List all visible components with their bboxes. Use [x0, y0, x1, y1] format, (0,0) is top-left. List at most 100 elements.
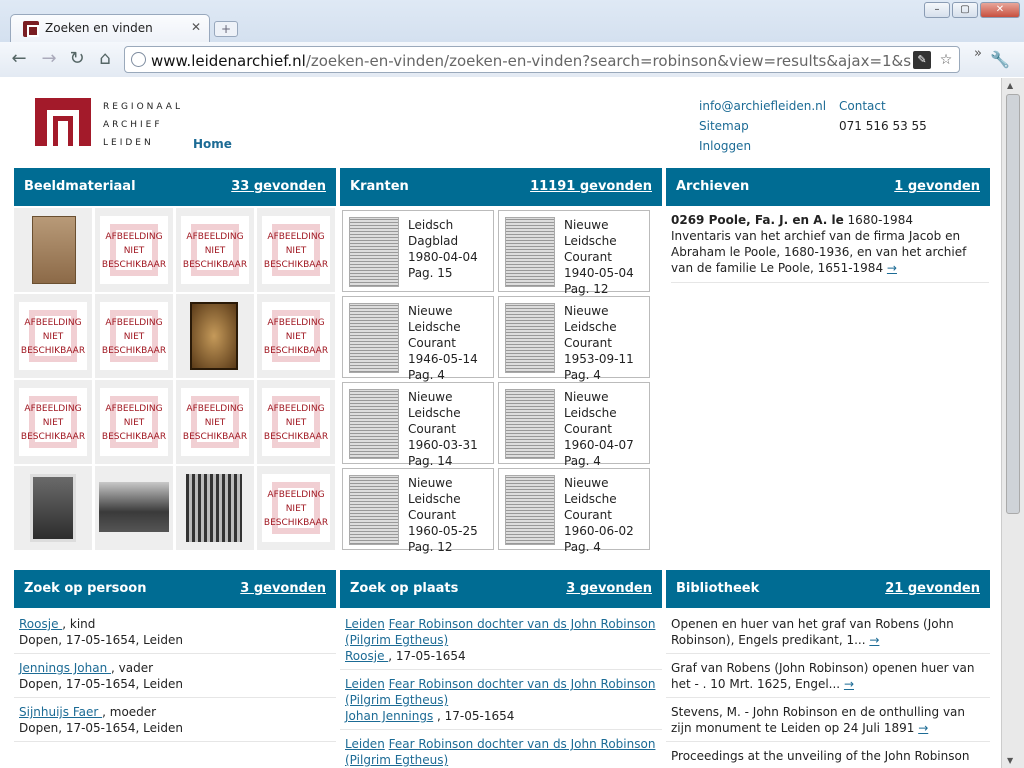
archive-title[interactable]: 0269 Poole, Fa. J. en A. le: [671, 213, 844, 227]
vertical-scrollbar[interactable]: ▲ ▼: [1001, 78, 1024, 768]
results-count-link[interactable]: 3 gevonden: [240, 581, 326, 596]
image-thumb[interactable]: AFBEELDING NIET BESCHIKBAAR: [95, 380, 173, 464]
url-domain: www.leidenarchief.nl: [151, 52, 306, 70]
email-link[interactable]: info@archiefleiden.nl: [699, 96, 826, 116]
address-bar[interactable]: www.leidenarchief.nl/zoeken-en-vinden/zo…: [124, 46, 960, 73]
results-count-link[interactable]: 11191 gevonden: [530, 179, 652, 194]
results-count-link[interactable]: 3 gevonden: [566, 581, 652, 596]
toolbar: ← → ↻ ⌂ www.leidenarchief.nl/zoeken-en-v…: [0, 42, 1024, 77]
archive-arrow-icon[interactable]: →: [887, 261, 897, 275]
image-thumb[interactable]: [14, 466, 92, 550]
place-title-link[interactable]: Fear Robinson dochter van ds John Robins…: [345, 737, 655, 767]
reload-icon[interactable]: ↻: [66, 49, 88, 71]
list-item: Roosje , kind Dopen, 17-05-1654, Leiden: [14, 610, 336, 654]
scroll-thumb[interactable]: [1006, 94, 1020, 514]
newspaper-result[interactable]: Leidsch Dagblad 1980-04-04 Pag. 15: [342, 210, 494, 292]
wrench-icon[interactable]: 🔧: [990, 50, 1010, 69]
person-detail: Dopen, 17-05-1654, Leiden: [19, 677, 183, 691]
maximize-button[interactable]: ▢: [952, 2, 978, 18]
results-count-link[interactable]: 1 gevonden: [894, 179, 980, 194]
newspaper-result[interactable]: Nieuwe Leidsche Courant 1960-05-25 Pag. 12: [342, 468, 494, 554]
contact-link[interactable]: Contact: [839, 96, 927, 116]
panel-title: Beeldmateriaal: [24, 179, 136, 194]
list-item: Proceedings at the unveiling of the John…: [666, 742, 990, 768]
login-link[interactable]: Inloggen: [699, 136, 826, 156]
image-thumb[interactable]: [176, 294, 254, 378]
newspaper-result[interactable]: Nieuwe Leidsche Courant 1960-06-02 Pag. 4: [498, 468, 650, 554]
list-item: Jennings Johan , vader Dopen, 17-05-1654…: [14, 654, 336, 698]
not-available-label: AFBEELDING NIET BESCHIKBAAR: [101, 404, 167, 442]
image-thumb[interactable]: AFBEELDING NIET BESCHIKBAAR: [257, 380, 335, 464]
image-thumb[interactable]: AFBEELDING NIET BESCHIKBAAR: [14, 294, 92, 378]
logo-line: LEIDEN: [103, 138, 154, 148]
image-thumb[interactable]: AFBEELDING NIET BESCHIKBAAR: [257, 208, 335, 292]
star-icon[interactable]: ☆: [937, 51, 955, 69]
person-link[interactable]: Jennings Johan: [19, 661, 111, 675]
scroll-down-icon[interactable]: ▼: [1007, 756, 1013, 765]
place-person-link[interactable]: Roosje: [345, 649, 388, 663]
not-available-label: AFBEELDING NIET BESCHIKBAAR: [182, 404, 248, 442]
list-item: Graf van Robens (John Robinson) openen h…: [666, 654, 990, 698]
newspaper-result[interactable]: Nieuwe Leidsche Courant 1953-09-11 Pag. 4: [498, 296, 650, 382]
tab-close-icon[interactable]: ✕: [191, 20, 201, 34]
person-link[interactable]: Roosje: [19, 617, 62, 631]
newspaper-result[interactable]: Nieuwe Leidsche Courant 1946-05-14 Pag. 4: [342, 296, 494, 382]
scroll-up-icon[interactable]: ▲: [1007, 81, 1013, 90]
chevron-icon[interactable]: »: [974, 46, 982, 61]
home-icon[interactable]: ⌂: [94, 49, 116, 71]
library-arrow-icon[interactable]: →: [869, 633, 879, 647]
panel-header-plaats: Zoek op plaats 3 gevonden: [340, 570, 662, 608]
person-role: , moeder: [102, 705, 157, 719]
newspaper-info: Leidsch Dagblad 1980-04-04 Pag. 15: [408, 218, 478, 280]
list-item: Leiden Fear Robinson dochter van ds John…: [340, 670, 662, 730]
not-available-label: AFBEELDING NIET BESCHIKBAAR: [101, 232, 167, 270]
place-person-link[interactable]: Johan Jennings: [345, 709, 433, 723]
home-link[interactable]: Home: [193, 137, 232, 151]
results-count-link[interactable]: 33 gevonden: [231, 179, 326, 194]
image-thumb[interactable]: AFBEELDING NIET BESCHIKBAAR: [257, 294, 335, 378]
phone-number: 071 516 53 55: [839, 119, 927, 133]
minimize-button[interactable]: –: [924, 2, 950, 18]
library-arrow-icon[interactable]: →: [844, 677, 854, 691]
newspaper-info: Nieuwe Leidsche Courant 1940-05-04 Pag. 12: [564, 218, 634, 296]
image-thumb[interactable]: AFBEELDING NIET BESCHIKBAAR: [95, 294, 173, 378]
browser-tab[interactable]: Zoeken en vinden ✕: [10, 14, 210, 42]
place-date: , 17-05-1654: [388, 649, 466, 663]
archive-logo-icon[interactable]: [35, 98, 91, 146]
place-link[interactable]: Leiden: [345, 737, 385, 751]
place-title-link[interactable]: Fear Robinson dochter van ds John Robins…: [345, 677, 655, 707]
image-thumb[interactable]: AFBEELDING NIET BESCHIKBAAR: [257, 466, 335, 550]
newspaper-result[interactable]: Nieuwe Leidsche Courant 1940-05-04 Pag. 12: [498, 210, 650, 296]
place-link[interactable]: Leiden: [345, 677, 385, 691]
back-arrow-icon[interactable]: ←: [8, 49, 30, 71]
image-thumb[interactable]: [176, 466, 254, 550]
library-arrow-icon[interactable]: →: [918, 721, 928, 735]
panel-header-bibliotheek: Bibliotheek 21 gevonden: [666, 570, 990, 608]
image-thumb[interactable]: AFBEELDING NIET BESCHIKBAAR: [176, 380, 254, 464]
image-thumb[interactable]: AFBEELDING NIET BESCHIKBAAR: [14, 380, 92, 464]
newspaper-result[interactable]: Nieuwe Leidsche Courant 1960-04-07 Pag. 4: [498, 382, 650, 468]
sitemap-link[interactable]: Sitemap: [699, 116, 826, 136]
panel-title: Archieven: [676, 179, 750, 194]
page-action-icon[interactable]: ✎: [913, 51, 931, 69]
image-thumb[interactable]: [95, 466, 173, 550]
image-thumb[interactable]: AFBEELDING NIET BESCHIKBAAR: [95, 208, 173, 292]
not-available-label: AFBEELDING NIET BESCHIKBAAR: [263, 490, 329, 528]
close-window-button[interactable]: ✕: [980, 2, 1020, 18]
image-thumb[interactable]: [14, 208, 92, 292]
library-text: Graf van Robens (John Robinson) openen h…: [671, 661, 975, 691]
newspaper-info: Nieuwe Leidsche Courant 1953-09-11 Pag. 4: [564, 304, 634, 382]
place-link[interactable]: Leiden: [345, 617, 385, 631]
newspaper-info: Nieuwe Leidsche Courant 1960-04-07 Pag. 4: [564, 390, 634, 468]
archive-description: Inventaris van het archief van de firma …: [671, 229, 967, 275]
new-tab-button[interactable]: +: [214, 21, 238, 37]
results-count-link[interactable]: 21 gevonden: [885, 581, 980, 596]
person-link[interactable]: Sijnhuijs Faer: [19, 705, 102, 719]
newspaper-result[interactable]: Nieuwe Leidsche Courant 1960-03-31 Pag. 14: [342, 382, 494, 468]
favicon-icon: [23, 21, 39, 37]
panel-title: Bibliotheek: [676, 581, 760, 596]
place-title-link[interactable]: Fear Robinson dochter van ds John Robins…: [345, 617, 655, 647]
forward-arrow-icon[interactable]: →: [38, 49, 60, 71]
image-thumb[interactable]: AFBEELDING NIET BESCHIKBAAR: [176, 208, 254, 292]
places-list: Leiden Fear Robinson dochter van ds John…: [340, 610, 662, 768]
